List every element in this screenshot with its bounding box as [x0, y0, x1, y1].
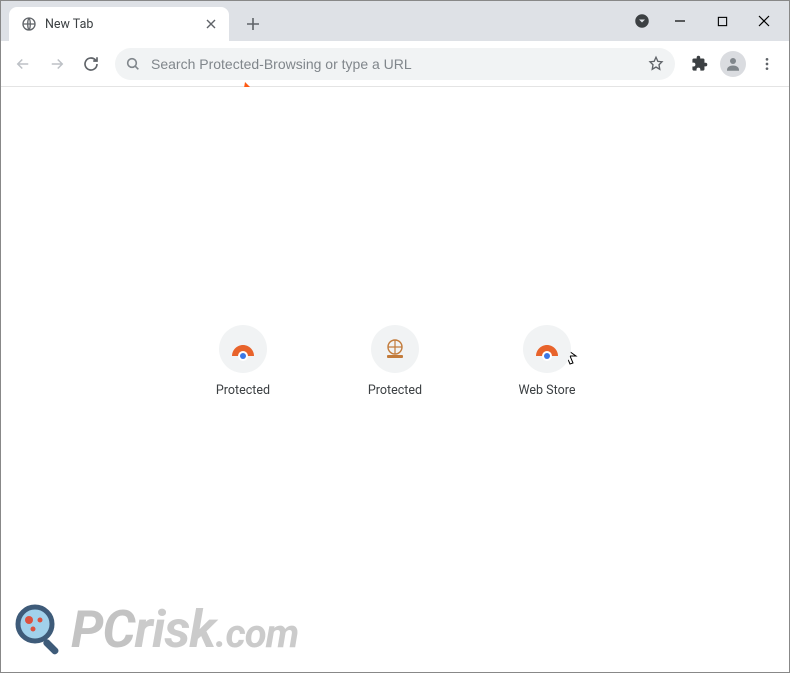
shortcuts-row: Protected Protected Web Store [187, 325, 603, 398]
back-button[interactable] [7, 48, 39, 80]
minimize-button[interactable] [659, 2, 701, 40]
toolbar-right [683, 48, 783, 80]
tab-title: New Tab [45, 17, 93, 32]
reload-button[interactable] [75, 48, 107, 80]
close-window-button[interactable] [743, 2, 785, 40]
shortcut-label: Protected [368, 383, 422, 398]
magnifier-icon [13, 602, 69, 658]
bookmark-star-icon[interactable] [647, 55, 665, 73]
maximize-button[interactable] [701, 2, 743, 40]
shortcut-tile[interactable]: Protected [187, 325, 299, 398]
tab-strip: New Tab [1, 1, 267, 41]
profile-button[interactable] [717, 48, 749, 80]
watermark-com: .com [215, 610, 298, 657]
media-control-icon[interactable] [625, 2, 659, 40]
titlebar: New Tab [1, 1, 789, 41]
shortcut-icon [219, 325, 267, 373]
menu-button[interactable] [751, 48, 783, 80]
avatar-icon [720, 51, 746, 77]
globe-icon [21, 16, 37, 32]
browser-tab[interactable]: New Tab [9, 7, 229, 41]
watermark-risk: risk [135, 599, 216, 660]
watermark-text: PCrisk.com [71, 604, 298, 656]
search-icon [125, 56, 141, 72]
toolbar [1, 41, 789, 87]
new-tab-page: Protected Protected Web Store [1, 87, 789, 672]
omnibox-input[interactable] [151, 56, 637, 72]
close-tab-button[interactable] [203, 16, 219, 32]
shortcut-label: Protected [216, 383, 270, 398]
shortcut-label: Web Store [519, 383, 576, 398]
shortcut-tile[interactable]: Web Store [491, 325, 603, 398]
address-bar[interactable] [115, 48, 675, 80]
watermark: PCrisk.com [13, 602, 298, 658]
new-tab-button[interactable] [239, 10, 267, 38]
forward-button[interactable] [41, 48, 73, 80]
extensions-icon[interactable] [683, 48, 715, 80]
window-controls [625, 1, 789, 41]
watermark-pc: PC [71, 599, 135, 660]
shortcut-icon [371, 325, 419, 373]
shortcut-icon [523, 325, 571, 373]
shortcut-tile[interactable]: Protected [339, 325, 451, 398]
